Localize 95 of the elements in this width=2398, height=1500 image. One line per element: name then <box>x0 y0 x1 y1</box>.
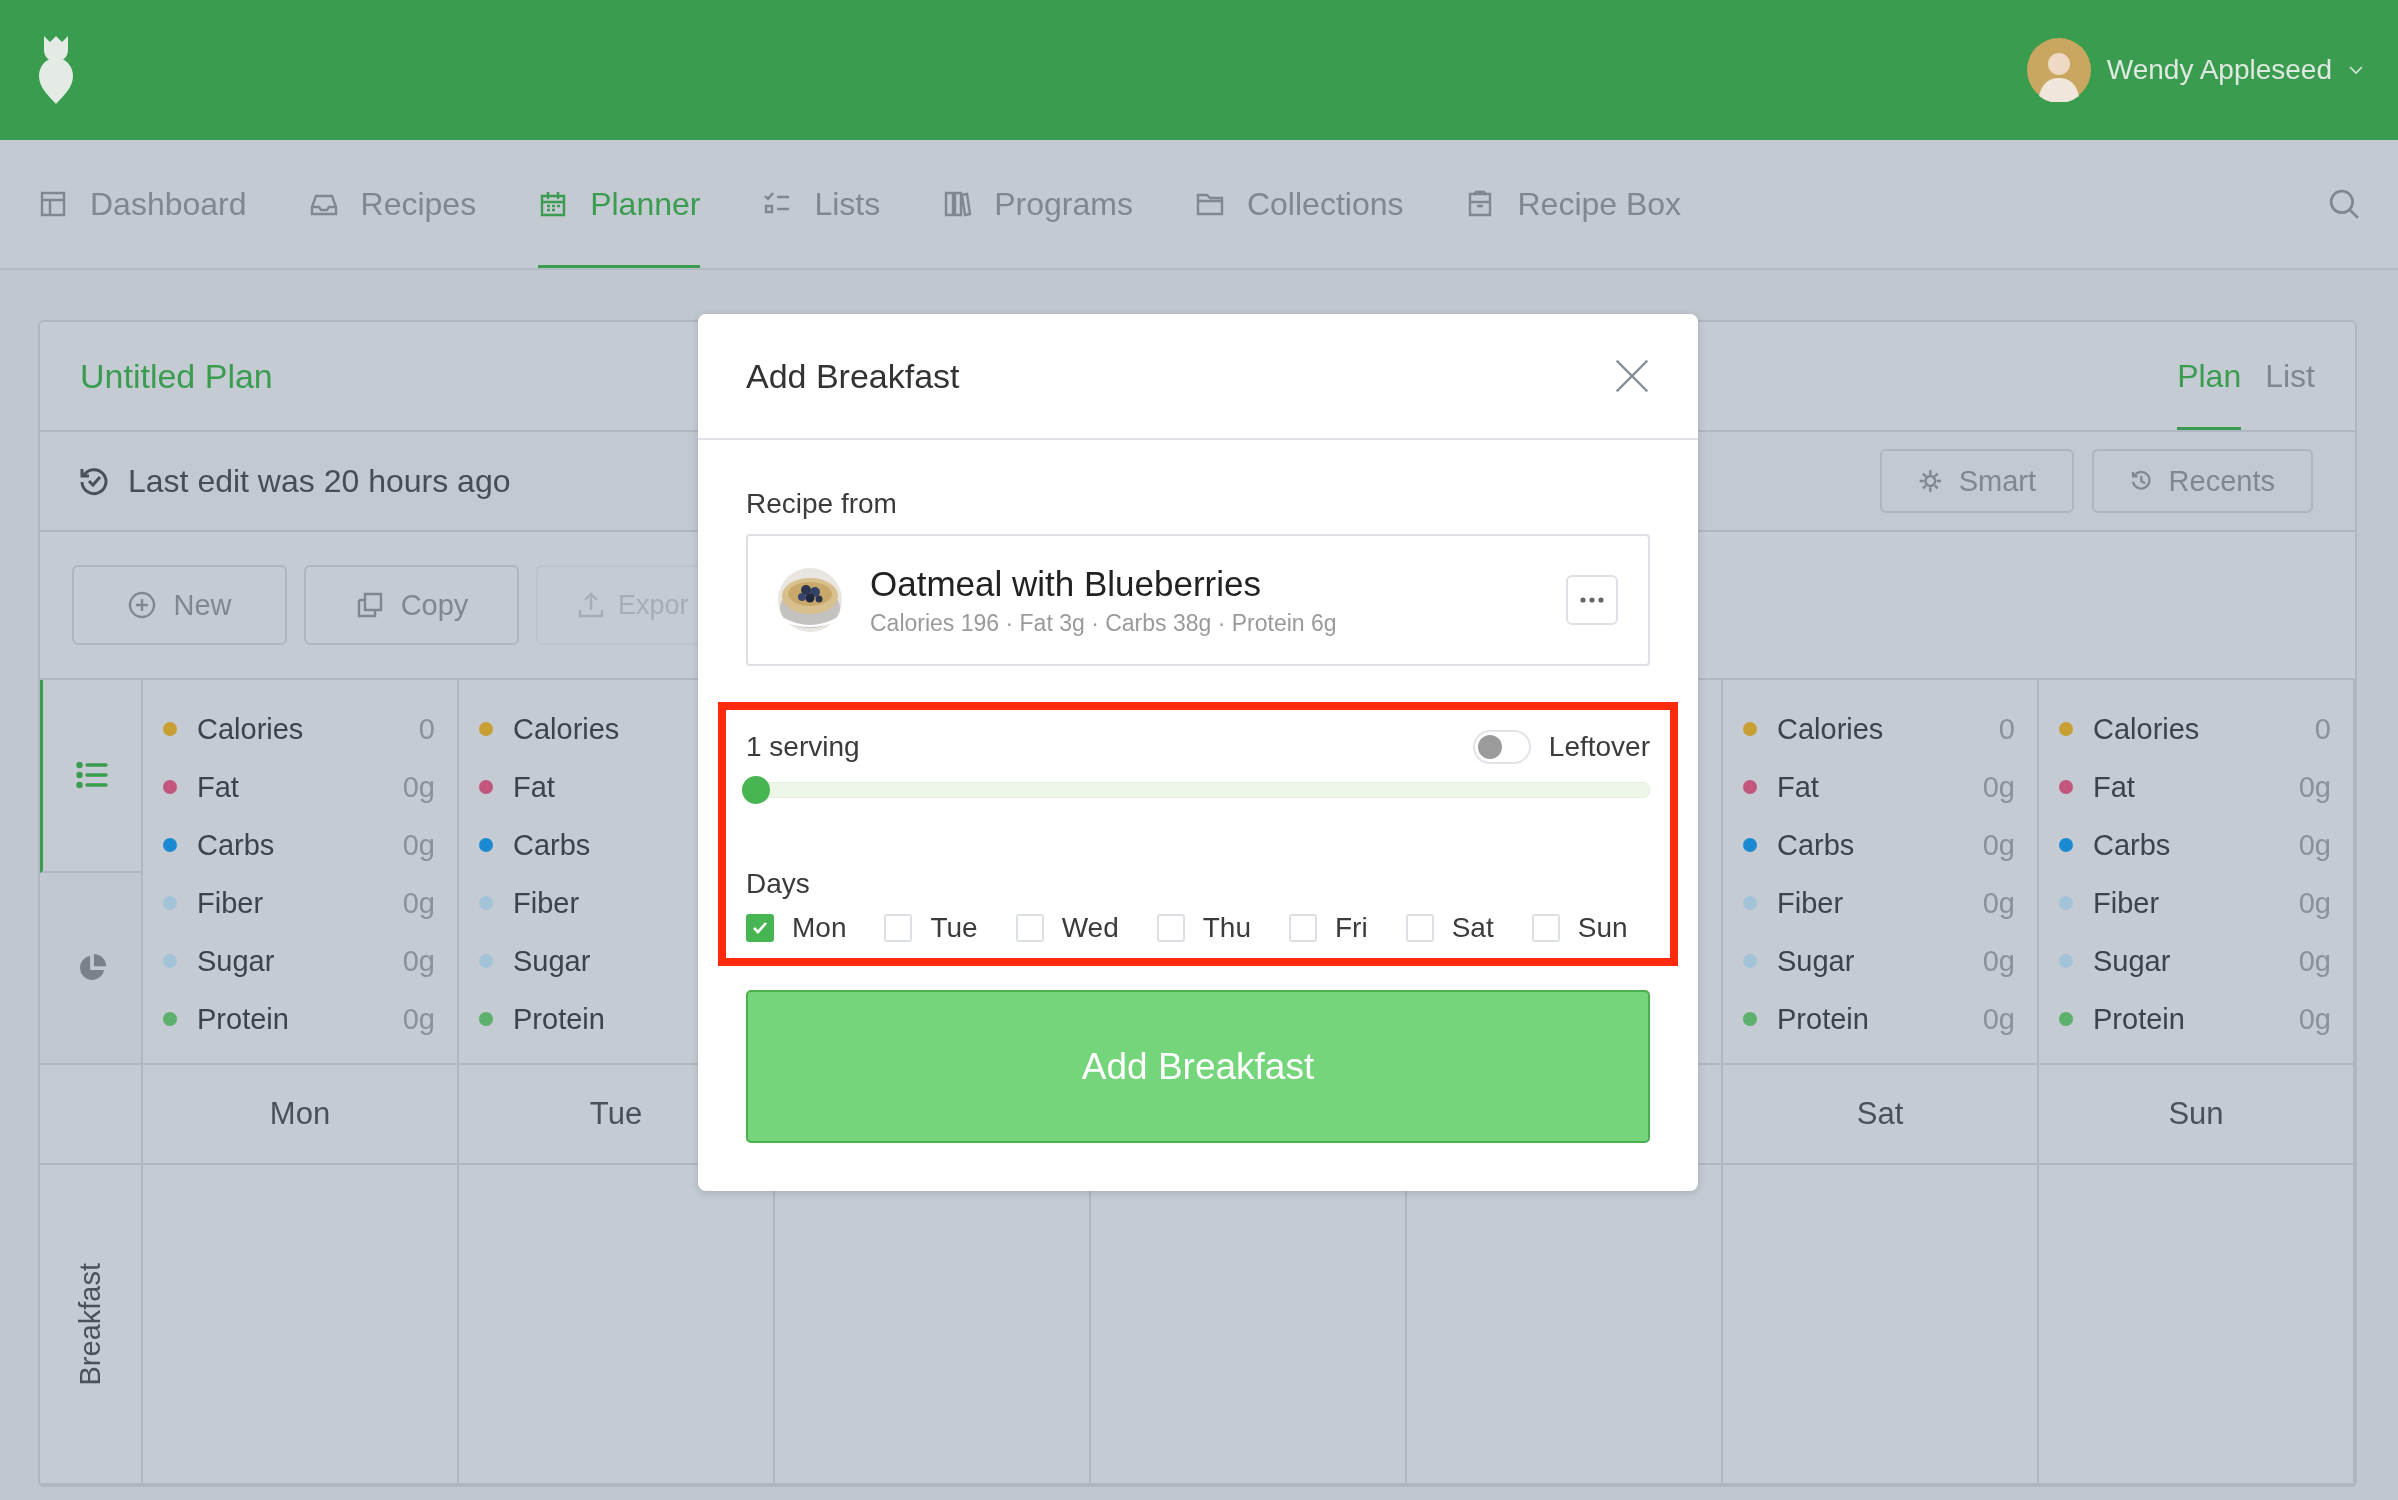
nutrient-value: 0g <box>2298 944 2331 978</box>
day-label: Wed <box>1061 912 1119 944</box>
list-icon <box>76 760 108 791</box>
nutrient-label: Fat <box>1777 770 1819 804</box>
nav-tab[interactable]: Recipe Box <box>1465 140 1682 268</box>
nutrient-value: 0g <box>1982 770 2015 804</box>
logo-icon[interactable] <box>38 36 74 104</box>
nutrient-label: Sugar <box>513 944 591 978</box>
nutrient-value: 0 <box>1998 712 2015 746</box>
user-name[interactable]: Wendy Appleseed <box>2106 54 2332 86</box>
nav-tab[interactable]: Dashboard <box>38 140 247 268</box>
nutrient-value: 0g <box>402 886 435 920</box>
nutrient-value: 0g <box>2298 886 2331 920</box>
more-icon <box>1580 597 1604 603</box>
nutrient-value: 0g <box>2298 770 2331 804</box>
plan-title: Untitled Plan <box>80 356 273 396</box>
leftover-toggle[interactable] <box>1472 730 1531 764</box>
nav-tab[interactable]: Recipes <box>308 140 477 268</box>
nutrient-value: 0g <box>2298 1002 2331 1036</box>
dialog-title: Add Breakfast <box>746 356 960 396</box>
nutrient-value: 0g <box>1982 944 2015 978</box>
nav-tab[interactable]: Lists <box>762 140 881 268</box>
nutrient-label: Sugar <box>197 944 275 978</box>
day-label: Thu <box>1202 912 1251 944</box>
nutrient-value: 0 <box>418 712 435 746</box>
nutrient-value: 0g <box>2298 828 2331 862</box>
day-heading: Mon <box>269 1096 331 1132</box>
upload-icon <box>576 590 606 620</box>
day-heading: Sat <box>1856 1096 1904 1132</box>
history-check-icon <box>78 465 110 497</box>
servings-slider[interactable] <box>742 776 1650 804</box>
servings-label: 1 serving <box>746 731 860 763</box>
nutrient-label: Carbs <box>2093 828 2171 862</box>
action-button[interactable]: Copy <box>304 565 519 645</box>
view-tab[interactable]: List <box>2265 322 2315 430</box>
summary-tab[interactable] <box>40 680 141 873</box>
nutrient-label: Fat <box>197 770 239 804</box>
nutrient-label: Fiber <box>513 886 580 920</box>
books-icon <box>942 189 973 219</box>
nav-tab[interactable]: Collections <box>1194 140 1404 268</box>
avatar[interactable] <box>2026 38 2091 102</box>
nutrient-label: Protein <box>513 1002 605 1036</box>
search-icon[interactable] <box>2328 188 2360 220</box>
day-label: Sat <box>1451 912 1494 944</box>
day-label: Mon <box>792 912 847 944</box>
nav-tab[interactable]: Programs <box>942 140 1133 268</box>
nutrient-label: Carbs <box>513 828 591 862</box>
nutrient-value: 0g <box>402 1002 435 1036</box>
recipe-from-label: Recipe from <box>746 488 898 520</box>
meal-label: Breakfast <box>74 1262 107 1386</box>
nutrient-label: Fiber <box>2093 886 2160 920</box>
recipe-name: Oatmeal with Blueberries <box>870 563 1262 604</box>
tool-button[interactable]: Recents <box>2092 449 2313 513</box>
nutrient-label: Sugar <box>1777 944 1855 978</box>
nutrient-label: Fat <box>2093 770 2135 804</box>
day-checkbox[interactable] <box>746 914 774 942</box>
nutrient-value: 0g <box>1982 886 2015 920</box>
more-button[interactable] <box>1566 575 1618 625</box>
nutrient-value: 0g <box>402 828 435 862</box>
nutrient-value: 0 <box>2314 712 2331 746</box>
nutrient-label: Calories <box>2093 712 2200 746</box>
close-icon[interactable] <box>1614 358 1650 394</box>
nutrient-label: Calories <box>197 712 304 746</box>
day-label: Sun <box>1577 912 1628 944</box>
nutrient-label: Protein <box>1777 1002 1869 1036</box>
leftover-label: Leftover <box>1548 731 1650 763</box>
nutrient-label: Sugar <box>2093 944 2171 978</box>
nav-tab[interactable]: Planner <box>538 140 701 268</box>
nutrient-value: 0g <box>1982 828 2015 862</box>
add-breakfast-button[interactable]: Add Breakfast <box>746 990 1650 1143</box>
last-edit-text: Last edit was 20 hours ago <box>128 462 511 500</box>
nutrient-value: 0g <box>402 770 435 804</box>
nutrient-value: 0g <box>1982 1002 2015 1036</box>
chevron-down-icon[interactable] <box>2348 65 2364 75</box>
nutrient-label: Carbs <box>1777 828 1855 862</box>
days-label: Days <box>746 868 811 900</box>
recipe-details: Calories 196 · Fat 3g · Carbs 38g · Protein 6g <box>870 609 1337 637</box>
nutrient-label: Calories <box>513 712 620 746</box>
nutrient-label: Fiber <box>197 886 264 920</box>
day-label: Fri <box>1335 912 1368 944</box>
recipe-card[interactable]: Oatmeal with Blueberries Calories 196 · Fat 3g · Carbs 38g · Protein 6g <box>746 534 1650 666</box>
nutrient-label: Protein <box>197 1002 289 1036</box>
day-label: Tue <box>930 912 978 944</box>
tool-button[interactable]: Smart <box>1880 449 2074 513</box>
nutrient-label: Calories <box>1777 712 1884 746</box>
action-button[interactable]: New <box>72 565 287 645</box>
nutrient-label: Fiber <box>1777 886 1844 920</box>
nutrient-label: Fat <box>513 770 555 804</box>
slider-thumb[interactable] <box>742 776 770 804</box>
nutrient-label: Carbs <box>197 828 275 862</box>
day-heading: Sun <box>2168 1096 2224 1132</box>
dashboard-icon <box>38 189 68 219</box>
nutrient-label: Protein <box>2093 1002 2185 1036</box>
nutrient-value: 0g <box>402 944 435 978</box>
day-heading: Tue <box>589 1096 643 1132</box>
